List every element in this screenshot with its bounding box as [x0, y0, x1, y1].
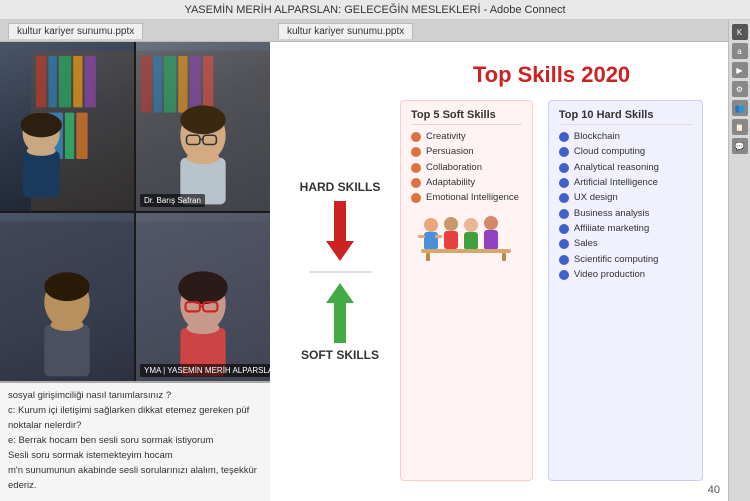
slide-tab[interactable]: kultur kariyer sunumu.pptx	[278, 23, 413, 39]
participant-2-label: Dr. Barış Safran	[140, 194, 205, 207]
chat-area: sosyal girişimciliği nasıl tanımlarsınız…	[0, 381, 270, 501]
slide-area: kultur kariyer sunumu.pptx HARD SKILLS	[270, 20, 728, 501]
chat-line-3: e: Berrak hocam ben sesli soru sormak is…	[8, 434, 262, 448]
skill-bullet	[411, 147, 421, 157]
video-cell-1[interactable]	[0, 42, 134, 211]
video-grid: Dr. Barış Safran	[0, 42, 270, 381]
participant-3-video	[0, 213, 134, 382]
slide-number: 40	[708, 484, 720, 496]
slide-content: HARD SKILLS SOFT SKILLS Top Skills 2020	[270, 42, 728, 501]
skill-item: Creativity	[411, 131, 522, 143]
skill-item: Business analysis	[559, 208, 692, 220]
soft-skills-label: SOFT SKILLS	[301, 348, 379, 364]
skill-item: Scientific computing	[559, 254, 692, 266]
skill-bullet	[559, 239, 569, 249]
participant-4-label: YMA | YASEMİN MERİH ALPARSLAN	[140, 364, 270, 377]
skill-bullet	[559, 270, 569, 280]
arrow-head-up	[326, 283, 354, 303]
sidebar-icon-users[interactable]: 👥	[732, 100, 748, 116]
skill-item: UX design	[559, 192, 692, 204]
skill-item: Cloud computing	[559, 146, 692, 158]
chat-line-5: m'n sunumunun akabinde sesli sorularınız…	[8, 464, 262, 493]
arrow-head-down	[326, 241, 354, 261]
arrow-shaft-down	[334, 201, 346, 241]
skill-item: Adaptability	[411, 177, 522, 189]
skill-bullet	[411, 132, 421, 142]
slide-presentation: HARD SKILLS SOFT SKILLS Top Skills 2020	[270, 42, 728, 501]
participant-1-video	[0, 42, 134, 211]
skill-item: Sales	[559, 238, 692, 250]
left-panel: kultur kariyer sunumu.pptx	[0, 20, 270, 501]
illustration	[411, 213, 522, 263]
sidebar-icon-chat[interactable]: 💬	[732, 138, 748, 154]
skill-bullet	[559, 193, 569, 203]
title-text: YASEMİN MERİH ALPARSLAN: GELECEĞİN MESLE…	[184, 4, 565, 16]
chat-line-4: Sesli soru sormak istemekteyim hocam	[8, 449, 262, 463]
sidebar-icon-settings[interactable]: ⚙	[732, 81, 748, 97]
skill-bullet	[559, 209, 569, 219]
skill-bullet	[559, 224, 569, 234]
chat-line-1: sosyal girişimciliği nasıl tanımlarsınız…	[8, 389, 262, 403]
hard-skills-title: Top 10 Hard Skills	[559, 109, 692, 125]
hard-skills-label: HARD SKILLS	[300, 180, 381, 196]
skills-divider	[309, 271, 372, 273]
sidebar-icon-play[interactable]: ▶	[732, 62, 748, 78]
skill-bullet	[411, 163, 421, 173]
skill-item: Affiliate marketing	[559, 223, 692, 235]
skill-item: Collaboration	[411, 162, 522, 174]
participant-2-video	[136, 42, 270, 211]
chat-line-2: c: Kurum içi iletişimi sağlarken dikkat …	[8, 404, 262, 433]
skill-bullet	[559, 132, 569, 142]
sidebar-icon-2[interactable]: a	[732, 43, 748, 59]
sidebar-icon-notes[interactable]: 📋	[732, 119, 748, 135]
file-tab-bar: kultur kariyer sunumu.pptx	[0, 20, 270, 42]
skill-bullet	[559, 163, 569, 173]
skill-item: Analytical reasoning	[559, 162, 692, 174]
skill-item: Blockchain	[559, 131, 692, 143]
skill-item: Artificial Intelligence	[559, 177, 692, 189]
skills-columns: Top 5 Soft Skills Creativity Persuasion	[400, 100, 703, 481]
title-bar: YASEMİN MERİH ALPARSLAN: GELECEĞİN MESLE…	[0, 0, 750, 20]
hard-skills-column: Top 10 Hard Skills Blockchain Cloud comp…	[548, 100, 703, 481]
video-cell-3[interactable]	[0, 213, 134, 382]
sidebar-icon-1[interactable]: K	[732, 24, 748, 40]
video-cell-4[interactable]: YMA | YASEMİN MERİH ALPARSLAN	[136, 213, 270, 382]
skill-bullet	[559, 255, 569, 265]
arrow-shaft-up	[334, 303, 346, 343]
skill-item: Persuasion	[411, 146, 522, 158]
slide-title: Top Skills 2020	[400, 62, 703, 88]
video-cell-2[interactable]: Dr. Barış Safran	[136, 42, 270, 211]
skill-bullet	[411, 178, 421, 188]
skill-item: Video production	[559, 269, 692, 281]
skill-bullet	[559, 178, 569, 188]
slide-tab-bar: kultur kariyer sunumu.pptx	[270, 20, 728, 42]
main-area: kultur kariyer sunumu.pptx	[0, 20, 750, 501]
slide-right-content: Top Skills 2020 Top 5 Soft Skills Creati…	[400, 62, 703, 481]
skill-bullet	[411, 193, 421, 203]
file-tab[interactable]: kultur kariyer sunumu.pptx	[8, 23, 143, 39]
slide-arrows: HARD SKILLS SOFT SKILLS	[295, 62, 385, 481]
skill-bullet	[559, 147, 569, 157]
soft-skills-column: Top 5 Soft Skills Creativity Persuasion	[400, 100, 533, 481]
participant-4-video	[136, 213, 270, 382]
right-sidebar: K a ▶ ⚙ 👥 📋 💬	[728, 20, 750, 501]
people-illustration	[416, 213, 516, 263]
skill-item: Emotional Intelligence	[411, 192, 522, 204]
soft-skills-title: Top 5 Soft Skills	[411, 109, 522, 125]
